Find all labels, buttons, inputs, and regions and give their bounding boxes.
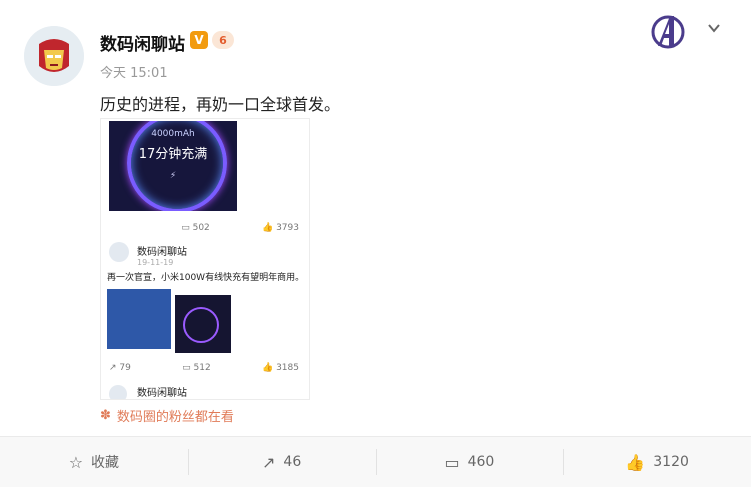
- avengers-logo-icon: [648, 12, 688, 56]
- embedded-likes-count: 3793: [276, 223, 299, 233]
- embedded-image-3: [175, 295, 231, 353]
- sparkle-icon: ✽: [100, 408, 111, 423]
- embedded-time: 19-11-19: [137, 258, 174, 267]
- embedded-reposts-count: 79: [119, 363, 131, 373]
- share-icon: ↗: [262, 452, 276, 472]
- embedded-likes: 👍 3793: [262, 223, 299, 233]
- embedded-avatar-2: [109, 385, 127, 399]
- charging-ring-icon: [183, 307, 219, 343]
- embedded-stats-1: ▭ 502 👍 3793: [109, 223, 299, 233]
- embedded-username: 数码闲聊站: [137, 247, 187, 258]
- thumbs-up-icon: 👍: [261, 363, 274, 373]
- embedded-comments-2: ▭ 512: [182, 363, 211, 373]
- like-count: 3120: [653, 454, 689, 470]
- embedded-username-2: 数码闲聊站: [137, 388, 187, 399]
- like-button[interactable]: 👍 3120: [563, 437, 751, 487]
- bolt-icon: ⚡: [169, 171, 177, 181]
- repost-count: 46: [283, 454, 302, 470]
- post-card: 数码闲聊站 V 6 今天 15:01 历史的进程，再奶一口全球首发。 4000m…: [0, 0, 751, 487]
- embedded-avatar: [109, 242, 129, 262]
- share-icon: ↗: [109, 363, 117, 373]
- username[interactable]: 数码闲聊站: [100, 30, 185, 55]
- embedded-image-2: [107, 289, 171, 349]
- avatar[interactable]: [24, 26, 84, 86]
- embedded-stats-2: ↗ 79 ▭ 512 👍 3185: [109, 363, 299, 373]
- charging-image[interactable]: 4000mAh 17分钟充满 ⚡: [109, 121, 237, 211]
- timestamp[interactable]: 今天 15:01: [100, 62, 168, 81]
- embedded-comments-count-2: 512: [193, 363, 211, 373]
- level-badge-icon: 6: [212, 31, 234, 49]
- post-text: 历史的进程，再奶一口全球首发。: [100, 95, 341, 114]
- comment-icon: ▭: [181, 223, 190, 233]
- chevron-down-icon[interactable]: [706, 20, 722, 40]
- fans-note[interactable]: ✽ 数码圈的粉丝都在看: [100, 406, 234, 425]
- comment-count: 460: [467, 454, 495, 470]
- embedded-image[interactable]: 4000mAh 17分钟充满 ⚡ ▭ 502 👍 3793 数码闲聊站 19-1…: [100, 118, 310, 400]
- repost-button[interactable]: ↗ 46: [187, 437, 376, 487]
- fans-note-text: 数码圈的粉丝都在看: [116, 410, 234, 425]
- embedded-likes-2: 👍 3185: [262, 363, 299, 373]
- star-icon: ☆: [68, 452, 84, 472]
- action-bar: ☆ 收藏 ↗ 46 ▭ 460 👍 3120: [0, 436, 751, 487]
- thumbs-up-icon: 👍: [261, 223, 274, 233]
- embedded-comments: ▭ 502: [181, 223, 210, 233]
- battery-capacity-text: 4000mAh: [151, 129, 195, 139]
- comment-icon: ▭: [444, 452, 460, 472]
- embedded-text: 再一次官宣，小米100W有线快充有望明年商用。: [107, 273, 305, 283]
- embedded-likes-count-2: 3185: [276, 363, 299, 373]
- thumbs-up-icon: 👍: [625, 452, 646, 472]
- favorite-button[interactable]: ☆ 收藏: [0, 437, 188, 487]
- verified-badge-icon: V: [190, 31, 208, 49]
- comment-icon: ▭: [182, 363, 191, 373]
- comment-button[interactable]: ▭ 460: [375, 437, 564, 487]
- embedded-comments-count: 502: [192, 223, 210, 233]
- favorite-label: 收藏: [91, 455, 120, 471]
- embedded-reposts: ↗ 79: [109, 363, 131, 373]
- charging-headline: 17分钟充满: [138, 147, 208, 162]
- user-badges: V 6: [190, 31, 234, 49]
